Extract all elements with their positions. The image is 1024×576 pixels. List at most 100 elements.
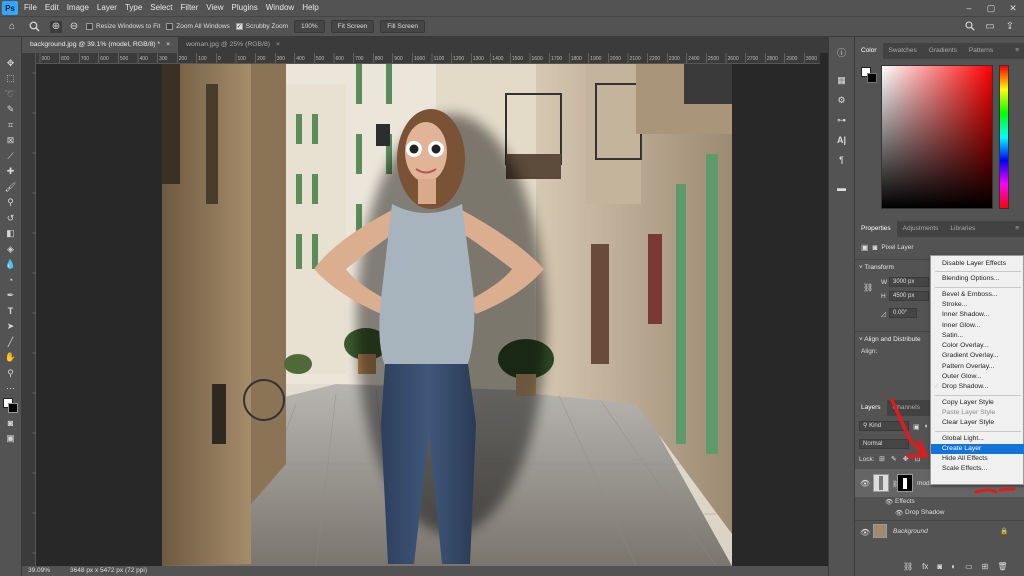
menu-select[interactable]: Select <box>146 0 176 16</box>
panel-tab-gradients[interactable]: Gradients <box>923 43 963 59</box>
maximize-icon[interactable]: ▢ <box>980 0 1002 16</box>
menu-item-inner-glow[interactable]: Inner Glow... <box>931 321 1024 331</box>
menu-item-stroke[interactable]: Stroke... <box>931 300 1024 310</box>
scrubby-zoom-checkbox[interactable]: ✓ Scrubby Zoom <box>235 23 288 30</box>
panel-tab-patterns[interactable]: Patterns <box>963 43 999 59</box>
zoom-100-button[interactable]: 100% <box>294 20 325 33</box>
color-panel-swatches[interactable] <box>861 67 877 83</box>
brush-settings-icon[interactable]: ⚙ <box>835 93 849 107</box>
zoom-tool-icon[interactable] <box>24 21 44 33</box>
menu-filter[interactable]: Filter <box>177 0 203 16</box>
add-mask-icon[interactable]: ◙ <box>937 562 942 571</box>
doc-tab-0[interactable]: background.jpg @ 39.1% (model, RGB/8) * × <box>22 37 179 53</box>
group-icon[interactable]: ▭ <box>965 562 973 571</box>
healing-brush-tool-icon[interactable]: ✚ <box>4 166 18 179</box>
layer-row-background[interactable]: 👁 Background 🔒 <box>855 520 1024 542</box>
menu-plugins[interactable]: Plugins <box>228 0 262 16</box>
share-icon[interactable]: ⇪ <box>1004 20 1016 32</box>
menu-help[interactable]: Help <box>298 0 322 16</box>
home-icon[interactable]: ⌂ <box>6 21 18 33</box>
brush-tool-icon[interactable]: 🖌 <box>4 181 18 194</box>
zoom-all-checkbox[interactable]: Zoom All Windows <box>166 23 230 30</box>
marquee-tool-icon[interactable]: ⬚ <box>4 73 18 86</box>
path-select-tool-icon[interactable]: ➤ <box>4 321 18 334</box>
move-tool-icon[interactable]: ✥ <box>4 57 18 70</box>
menu-view[interactable]: View <box>202 0 227 16</box>
blur-tool-icon[interactable]: 💧 <box>4 259 18 272</box>
drop-shadow-row[interactable]: 👁 Drop Shadow <box>855 508 1024 519</box>
document-canvas[interactable] <box>36 64 820 566</box>
zoom-out-icon[interactable]: ⊖ <box>68 21 80 33</box>
adjust-icon[interactable]: ⊶ <box>835 113 849 127</box>
eyedropper-tool-icon[interactable]: ⟋ <box>4 150 18 163</box>
menu-image[interactable]: Image <box>63 0 93 16</box>
eye-icon[interactable]: 👁 <box>860 479 870 488</box>
screen-mode-icon[interactable]: ▣ <box>4 433 18 446</box>
width-field[interactable]: 3000 px <box>889 277 929 287</box>
menu-type[interactable]: Type <box>121 0 146 16</box>
panel-tab-properties[interactable]: Properties <box>855 221 897 237</box>
panel-tab-adjustments[interactable]: Adjustments <box>897 221 945 237</box>
edit-toolbar-icon[interactable]: ⋯ <box>4 383 18 396</box>
menu-item-outer-glow[interactable]: Outer Glow... <box>931 372 1024 382</box>
color-swatches[interactable] <box>2 398 19 414</box>
frame-tool-icon[interactable]: ⊠ <box>4 135 18 148</box>
menu-item-pattern-overlay[interactable]: Pattern Overlay... <box>931 362 1024 372</box>
background-color-swatch[interactable] <box>7 403 18 413</box>
eye-icon[interactable]: 👁 <box>860 528 870 537</box>
delete-layer-icon[interactable]: 🗑 <box>997 562 1007 571</box>
color-picker-field[interactable] <box>881 65 993 209</box>
menu-item-disable-layer-effects[interactable]: Disable Layer Effects <box>931 259 1024 269</box>
paint-bucket-tool-icon[interactable]: ◈ <box>4 243 18 256</box>
history-brush-tool-icon[interactable]: ↺ <box>4 212 18 225</box>
close-icon[interactable]: ✕ <box>1002 0 1024 16</box>
hand-tool-icon[interactable]: ✋ <box>4 352 18 365</box>
menu-edit[interactable]: Edit <box>41 0 63 16</box>
close-tab-icon[interactable]: × <box>276 37 280 53</box>
lasso-tool-icon[interactable]: ➰ <box>4 88 18 101</box>
menu-item-inner-shadow[interactable]: Inner Shadow... <box>931 310 1024 320</box>
height-field[interactable]: 4500 px <box>889 291 929 301</box>
crop-tool-icon[interactable]: ⌗ <box>4 119 18 132</box>
drop-shadow-eye-icon[interactable]: 👁 <box>895 509 903 517</box>
dodge-tool-icon[interactable]: ◔ <box>4 274 18 287</box>
photoshop-logo-icon[interactable]: Ps <box>2 1 18 15</box>
eraser-tool-icon[interactable]: ◧ <box>4 228 18 241</box>
adjustment-icon[interactable]: ◐ <box>951 562 956 571</box>
character-icon[interactable]: A| <box>835 133 849 147</box>
zoom-in-icon[interactable]: ⊕ <box>50 20 62 33</box>
fit-screen-button[interactable]: Fit Screen <box>330 20 375 33</box>
panel-tab-libraries[interactable]: Libraries <box>944 221 981 237</box>
link-icon[interactable]: ⛓ <box>863 283 873 292</box>
minimize-icon[interactable]: – <box>958 0 980 16</box>
panel-tab-swatches[interactable]: Swatches <box>883 43 923 59</box>
new-layer-icon[interactable]: ⊞ <box>982 562 989 571</box>
panel-tab-color[interactable]: Color <box>855 43 883 59</box>
color-panel-background[interactable] <box>867 73 877 83</box>
quick-select-tool-icon[interactable]: ✎ <box>4 104 18 117</box>
close-tab-icon[interactable]: × <box>166 37 170 53</box>
pen-tool-icon[interactable]: ✒ <box>4 290 18 303</box>
zoom-level[interactable]: 39.09% <box>28 566 50 576</box>
menu-item-bevel-emboss[interactable]: Bevel & Emboss... <box>931 290 1024 300</box>
line-tool-icon[interactable]: ╱ <box>4 336 18 349</box>
menu-file[interactable]: File <box>20 0 41 16</box>
quick-mask-icon[interactable]: ◙ <box>4 417 18 430</box>
angle-field[interactable]: 0.00° <box>889 308 917 318</box>
panel-menu-icon[interactable]: ≡ <box>1009 221 1024 237</box>
menu-window[interactable]: Window <box>262 0 298 16</box>
menu-item-blending-options[interactable]: Blending Options... <box>931 274 1024 284</box>
panel-menu-icon[interactable]: ≡ <box>1009 43 1024 59</box>
search-icon[interactable] <box>964 20 976 32</box>
doc-tab-1[interactable]: woman.jpg @ 25% (RGB/8) × <box>178 37 288 53</box>
fill-screen-button[interactable]: Fill Screen <box>380 20 426 33</box>
menu-item-color-overlay[interactable]: Color Overlay... <box>931 341 1024 351</box>
workspace-icon[interactable]: ▭ <box>984 20 996 32</box>
history-icon[interactable]: ▦ <box>835 73 849 87</box>
comments-icon[interactable]: ▬ <box>835 181 849 195</box>
zoom-tool-icon[interactable]: ⚲ <box>4 367 18 380</box>
paragraph-icon[interactable]: ¶ <box>835 153 849 167</box>
info-icon[interactable]: ⓘ <box>835 45 849 59</box>
add-style-icon[interactable]: fx <box>922 562 928 571</box>
hue-slider[interactable] <box>999 65 1009 209</box>
